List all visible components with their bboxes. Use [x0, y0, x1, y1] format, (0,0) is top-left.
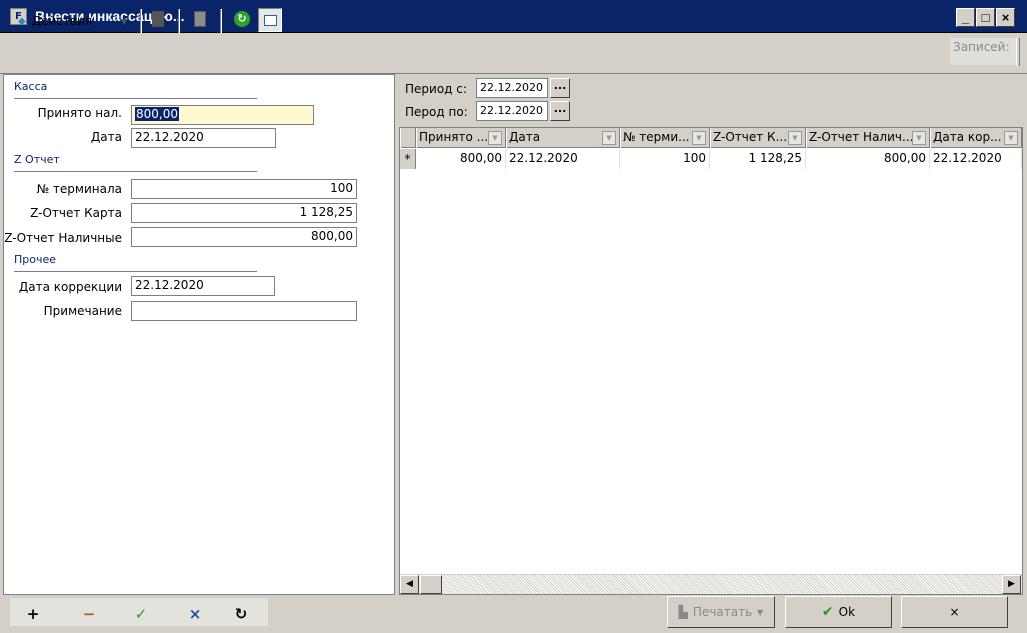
- table-cell[interactable]: 800,00: [806, 149, 930, 169]
- filter-dropdown-icon[interactable]: ▼: [602, 131, 616, 145]
- scroll-thumb[interactable]: [420, 575, 442, 594]
- print-label: Печатать: [692, 605, 753, 619]
- check-icon: ✔: [821, 604, 834, 620]
- chevron-down-icon[interactable]: ▼: [121, 17, 127, 26]
- cancel-button[interactable]: ×: [901, 596, 1008, 628]
- printer-icon: ▙: [678, 605, 688, 619]
- z-report-card-label: Z-Отчет Карта: [30, 206, 122, 220]
- toolbar-grip: [1016, 38, 1020, 66]
- table-cell[interactable]: 22.12.2020: [930, 149, 1022, 169]
- period-from-input[interactable]: 22.12.2020: [476, 78, 548, 98]
- terminal-input[interactable]: 100: [131, 179, 357, 199]
- date-input[interactable]: 22.12.2020: [131, 128, 276, 148]
- delete-record-button[interactable]: −: [80, 605, 98, 623]
- column-header[interactable]: № терми... ▼: [620, 128, 710, 148]
- correction-date-label: Дата коррекции: [18, 280, 122, 294]
- scroll-left-icon[interactable]: ◀: [400, 575, 419, 594]
- chevron-down-icon[interactable]: ▼: [757, 608, 763, 617]
- refresh-icon[interactable]: ↻: [234, 11, 250, 27]
- column-header[interactable]: Z-Отчет К... ▼: [710, 128, 806, 148]
- cancel-record-button[interactable]: ×: [186, 605, 204, 623]
- correction-date-input[interactable]: 22.12.2020: [131, 276, 275, 296]
- filter-dropdown-icon[interactable]: ▼: [1004, 131, 1018, 145]
- grid-header-corner: [400, 128, 416, 148]
- column-header[interactable]: Z-Отчет Налич... ▼: [806, 128, 930, 148]
- ok-button[interactable]: ✔ Ok: [785, 596, 892, 628]
- form-panel: [3, 74, 395, 595]
- z-report-cash-input[interactable]: 800,00: [131, 227, 357, 247]
- period-to-label: Перод по:: [405, 105, 468, 119]
- table-cell[interactable]: 22.12.2020: [506, 149, 620, 169]
- z-report-card-input[interactable]: 1 128,25: [131, 203, 357, 223]
- maximize-button[interactable]: □: [976, 8, 995, 27]
- actions-label: Действия: [31, 14, 92, 28]
- note-input[interactable]: [131, 301, 357, 321]
- column-header[interactable]: Принято ... ▼: [416, 128, 506, 148]
- data-grid: Принято ... ▼ Дата ▼ № терми... ▼ Z-Отчет К…: [399, 127, 1023, 595]
- column-header[interactable]: Дата кор... ▼: [930, 128, 1022, 148]
- table-row[interactable]: 800,00 22.12.2020 100 1 128,25 800,00 22…: [400, 149, 1022, 169]
- diamond-icon: ◆: [18, 15, 26, 27]
- section-divider: [14, 171, 257, 172]
- records-count: Записей:: [950, 38, 1016, 65]
- filter-dropdown-icon[interactable]: ▼: [788, 131, 802, 145]
- section-divider: [14, 271, 257, 272]
- column-header[interactable]: Дата ▼: [506, 128, 620, 148]
- period-to-picker-button[interactable]: ...: [550, 101, 570, 121]
- filter-dropdown-icon[interactable]: ▼: [912, 131, 926, 145]
- actions-menu-button[interactable]: ◆ Действия: [18, 11, 92, 31]
- toolbar-separator: [220, 9, 222, 33]
- accepted-cash-input[interactable]: 800,00: [131, 105, 314, 125]
- note-label: Примечание: [43, 304, 122, 318]
- ok-label: Ok: [838, 605, 856, 619]
- date-label: Дата: [90, 130, 122, 144]
- table-cell[interactable]: 800,00: [416, 149, 506, 169]
- confirm-record-button[interactable]: ✓: [132, 605, 150, 623]
- table-cell[interactable]: 1 128,25: [710, 149, 806, 169]
- toolbar: [0, 33, 1027, 74]
- table-cell[interactable]: 100: [620, 149, 710, 169]
- section-divider: [14, 98, 257, 99]
- scroll-right-icon[interactable]: ▶: [1002, 575, 1021, 594]
- accepted-cash-label: Принято нал.: [37, 106, 122, 120]
- panel-view-icon[interactable]: [258, 8, 282, 32]
- close-button[interactable]: ×: [996, 8, 1015, 27]
- add-record-button[interactable]: +: [24, 605, 42, 623]
- refresh-record-button[interactable]: ↻: [232, 605, 250, 623]
- horizontal-scrollbar[interactable]: ◀ ▶: [400, 574, 1022, 594]
- document-icon[interactable]: [152, 11, 164, 27]
- period-from-label: Период с:: [405, 82, 467, 96]
- section-title-other: Прочее: [14, 253, 57, 266]
- period-from-picker-button[interactable]: ...: [550, 78, 570, 98]
- minimize-button[interactable]: _: [956, 8, 975, 27]
- grid-header: Принято ... ▼ Дата ▼ № терми... ▼ Z-Отчет К…: [400, 128, 1022, 148]
- section-title-kassa: Касса: [14, 80, 48, 93]
- filter-dropdown-icon[interactable]: ▼: [488, 131, 502, 145]
- toolbar-separator: [178, 9, 180, 33]
- z-report-cash-label: Z-Отчет Наличные: [4, 231, 122, 245]
- terminal-label: № терминала: [36, 182, 122, 196]
- print-button[interactable]: ▙ Печатать ▼: [667, 596, 775, 628]
- filter-dropdown-icon[interactable]: ▼: [692, 131, 706, 145]
- toolbar-separator: [140, 9, 142, 33]
- list-icon[interactable]: [194, 11, 206, 27]
- section-title-z-report: Z Отчет: [14, 153, 60, 166]
- period-to-input[interactable]: 22.12.2020: [476, 101, 548, 121]
